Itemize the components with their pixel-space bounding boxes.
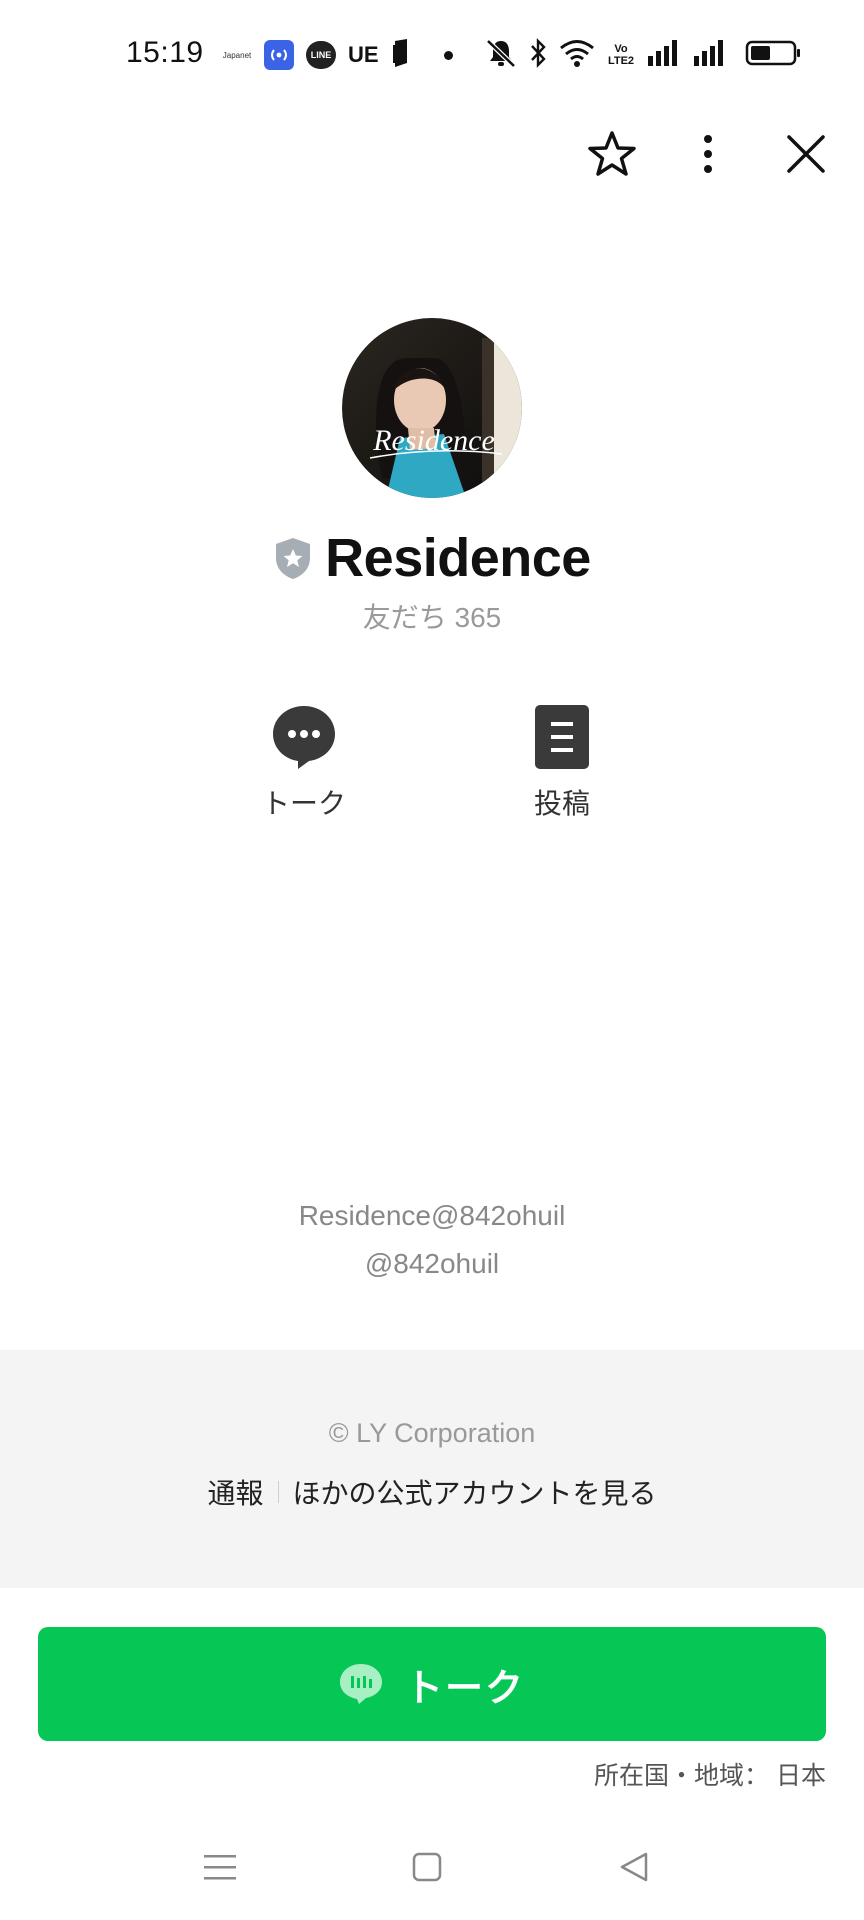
- account-display-id: Residence@842ohuil: [298, 1200, 566, 1231]
- favorite-button[interactable]: [580, 122, 644, 186]
- wifi-icon: [559, 38, 595, 73]
- mute-icon: [485, 38, 517, 73]
- home-button[interactable]: [397, 1837, 457, 1897]
- doc-icon: [391, 38, 411, 72]
- profile-name: Residence: [325, 528, 591, 588]
- signal-icon: [693, 39, 727, 71]
- other-accounts-link[interactable]: ほかの公式アカウントを見る: [293, 1472, 657, 1512]
- chat-bubble-icon: [273, 706, 335, 769]
- report-link[interactable]: 通報: [207, 1472, 263, 1512]
- region-text: 所在国・地域： 日本: [594, 1762, 826, 1790]
- talk-button[interactable]: トーク: [38, 1627, 826, 1741]
- post-action-button[interactable]: 投稿: [492, 704, 632, 822]
- signal-icon: [647, 39, 681, 71]
- account-handle: @842ohuil: [364, 1248, 500, 1279]
- more-options-button[interactable]: [676, 122, 740, 186]
- footer-links: 通報 ほかの公式アカウントを見る: [0, 1472, 864, 1512]
- talk-action-label: トーク: [261, 788, 346, 819]
- status-bar: 15:19 Japanet LINE UE Vo LTE2: [0, 0, 864, 110]
- notification-icons: Japanet LINE UE: [222, 36, 411, 74]
- star-icon: [588, 131, 636, 176]
- copyright-text: © LY Corporation: [328, 1418, 536, 1448]
- recent-apps-button[interactable]: [190, 1837, 250, 1897]
- back-button[interactable]: [604, 1837, 664, 1897]
- broadcast-icon: [264, 40, 294, 70]
- post-action-label: 投稿: [533, 788, 590, 819]
- volte-icon: Vo LTE2: [607, 43, 635, 67]
- profile-name-row: Residence: [0, 522, 864, 594]
- close-icon: [787, 135, 825, 173]
- system-icons: Vo LTE2: [444, 36, 801, 74]
- status-time: 15:19: [126, 36, 204, 69]
- back-icon: [620, 1852, 648, 1882]
- line-chat-icon: [339, 1664, 382, 1704]
- footer-panel: [0, 1350, 864, 1588]
- shield-badge-icon: [276, 538, 311, 579]
- menu-icon: [204, 1855, 236, 1880]
- more-vertical-icon: [704, 135, 712, 173]
- talk-button-label: トーク: [404, 1667, 525, 1710]
- bluetooth-icon: [529, 37, 547, 73]
- line-app-icon: LINE: [306, 41, 336, 69]
- ue-icon: UE: [348, 42, 379, 67]
- friends-count: 友だち 365: [362, 602, 502, 633]
- japanet-icon: Japanet: [222, 50, 252, 60]
- home-icon: [412, 1852, 442, 1882]
- talk-action-button[interactable]: トーク: [234, 704, 374, 822]
- post-icon: [535, 705, 589, 769]
- profile-avatar[interactable]: Residence: [342, 318, 522, 498]
- link-divider: [277, 1481, 279, 1503]
- dot-icon: [444, 50, 453, 60]
- battery-icon: [745, 40, 801, 71]
- close-button[interactable]: [774, 122, 838, 186]
